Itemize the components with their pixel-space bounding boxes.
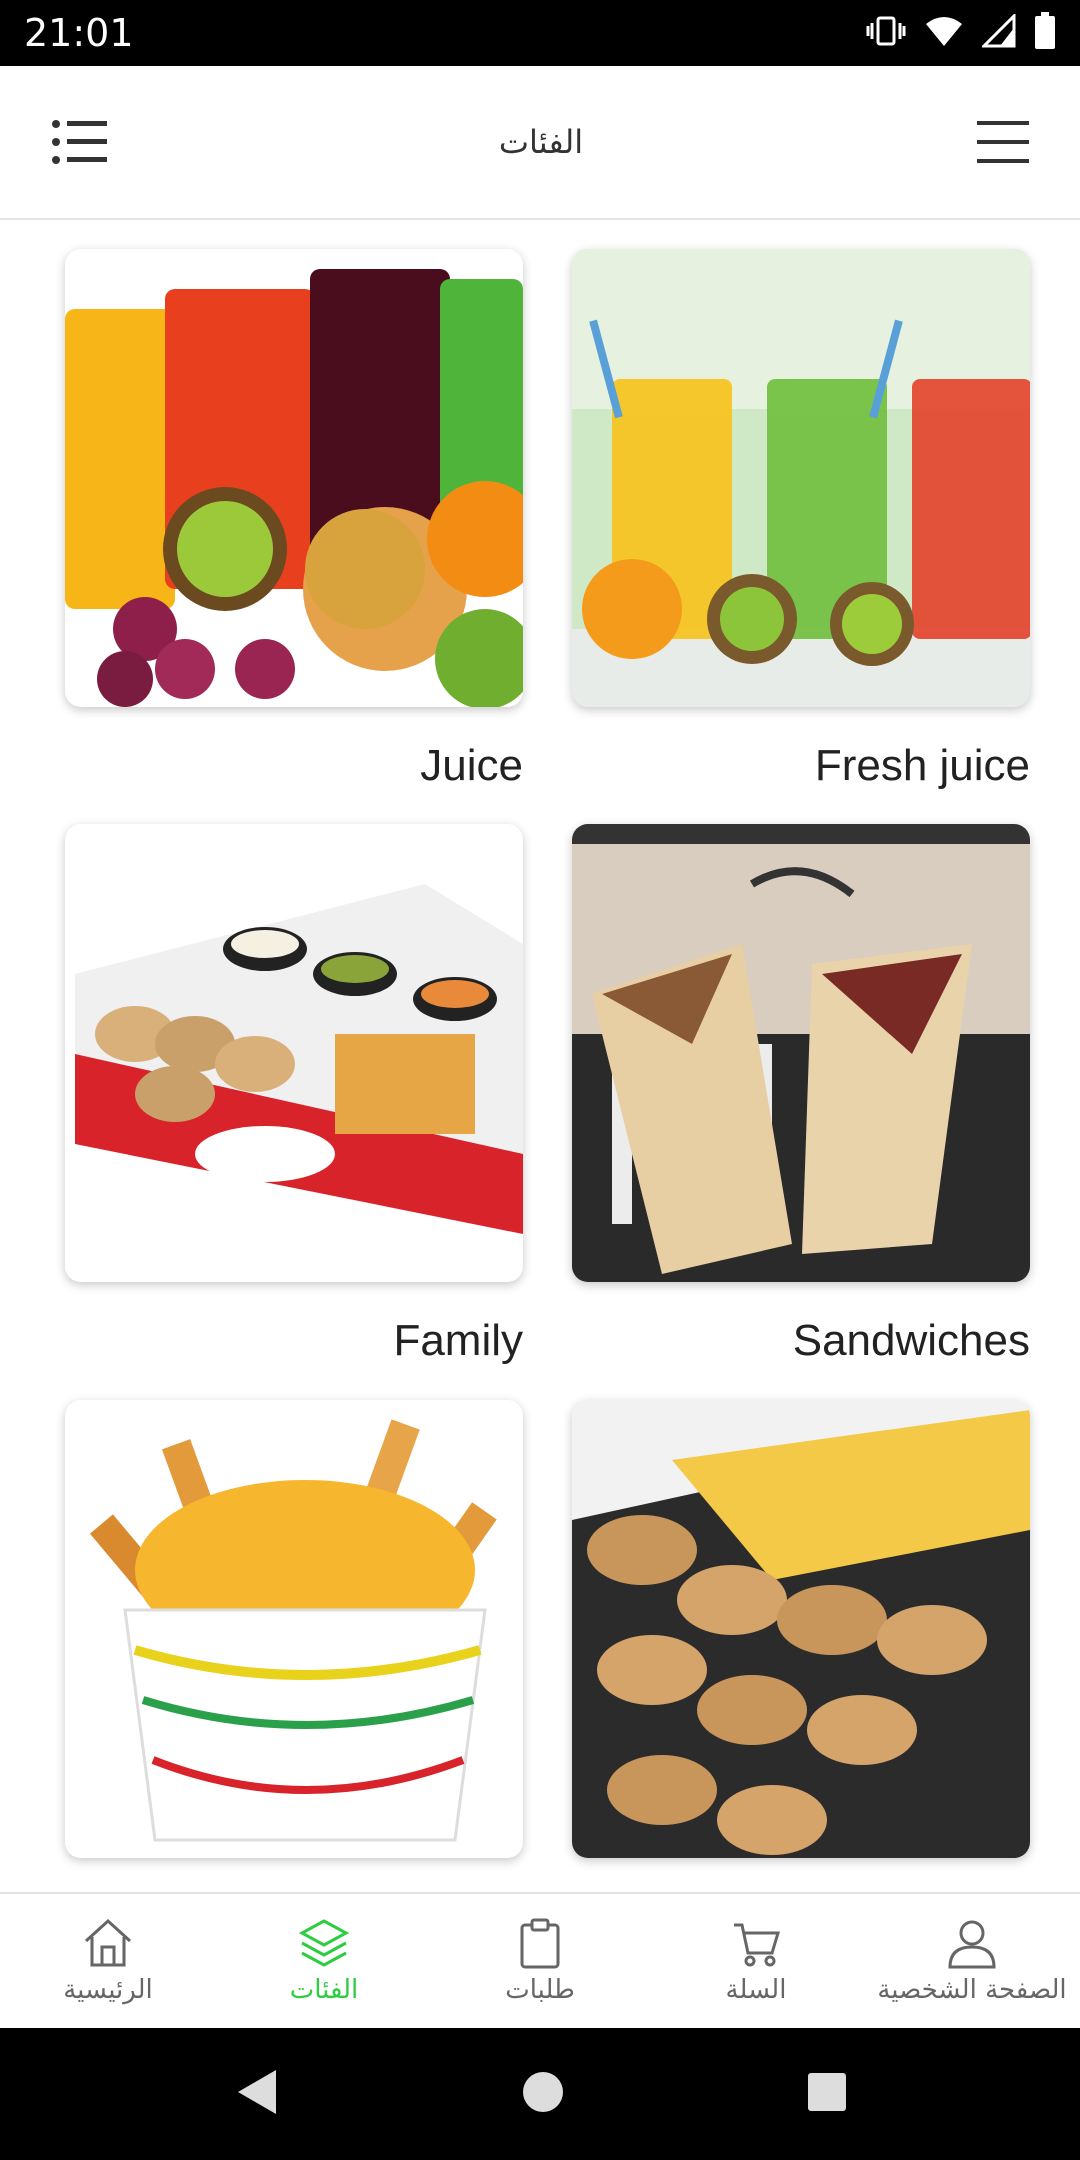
category-card-platter[interactable] bbox=[572, 1400, 1030, 1892]
status-icons bbox=[866, 11, 1056, 55]
nav-label: الصفحة الشخصية bbox=[877, 1975, 1067, 2005]
status-time: 21:01 bbox=[24, 11, 134, 55]
category-label: Juice bbox=[420, 741, 523, 790]
nav-item-cart[interactable]: السلة bbox=[648, 1894, 864, 2028]
signal-icon bbox=[980, 11, 1016, 53]
nav-label: الفئات bbox=[289, 1975, 359, 2005]
menu-button[interactable] bbox=[972, 111, 1034, 173]
bottom-nav: الرئيسية الفئات طلبات السلة الصفحة الشخص… bbox=[0, 1892, 1080, 2028]
category-card-sandwiches[interactable]: Sandwiches bbox=[572, 824, 1030, 1366]
home-button[interactable] bbox=[520, 2069, 566, 2120]
nav-label: طلبات bbox=[505, 1975, 575, 2005]
category-image bbox=[65, 824, 523, 1282]
home-icon bbox=[84, 1918, 132, 1967]
cart-icon bbox=[734, 1923, 781, 1967]
category-label: Sandwiches bbox=[792, 1316, 1030, 1365]
list-view-button[interactable] bbox=[48, 111, 110, 173]
category-image bbox=[572, 249, 1030, 707]
nav-label: الرئيسية bbox=[63, 1975, 153, 2005]
category-card-fries[interactable] bbox=[65, 1400, 523, 1892]
nav-item-categories[interactable]: الفئات bbox=[216, 1894, 432, 2028]
status-bar: 21:01 bbox=[0, 0, 1080, 66]
app-bar: الفئات bbox=[0, 66, 1080, 220]
wifi-icon bbox=[924, 14, 964, 53]
category-card-fresh-juice[interactable]: Fresh juice bbox=[572, 249, 1030, 791]
category-image bbox=[65, 1400, 523, 1858]
category-label: Family bbox=[393, 1316, 523, 1365]
nav-item-profile[interactable]: الصفحة الشخصية bbox=[864, 1894, 1080, 2028]
recents-icon bbox=[808, 2072, 846, 2111]
recents-button[interactable] bbox=[806, 2071, 848, 2118]
hamburger-icon bbox=[976, 121, 1029, 163]
back-icon bbox=[238, 2069, 276, 2114]
category-card-family[interactable]: Family bbox=[65, 824, 523, 1366]
category-label: Fresh juice bbox=[814, 741, 1030, 790]
home-circle-icon bbox=[523, 2071, 563, 2112]
nav-item-orders[interactable]: طلبات bbox=[432, 1894, 648, 2028]
list-icon bbox=[52, 120, 107, 164]
category-image bbox=[572, 824, 1030, 1282]
user-icon bbox=[948, 1920, 996, 1969]
nav-label: السلة bbox=[725, 1975, 787, 2005]
system-nav-bar bbox=[0, 2028, 1080, 2160]
battery-icon bbox=[1034, 11, 1056, 55]
page-title: الفئات bbox=[498, 123, 584, 161]
category-grid: Fresh juice Juice Sandwiches Family bbox=[0, 220, 1080, 1892]
layers-icon bbox=[298, 1919, 350, 1967]
nav-item-home[interactable]: الرئيسية bbox=[0, 1894, 216, 2028]
category-image bbox=[572, 1400, 1030, 1858]
vibrate-icon bbox=[866, 14, 906, 53]
category-card-juice[interactable]: Juice bbox=[65, 249, 523, 791]
clipboard-icon bbox=[520, 1918, 560, 1969]
category-image bbox=[65, 249, 523, 707]
back-button[interactable] bbox=[232, 2066, 280, 2123]
